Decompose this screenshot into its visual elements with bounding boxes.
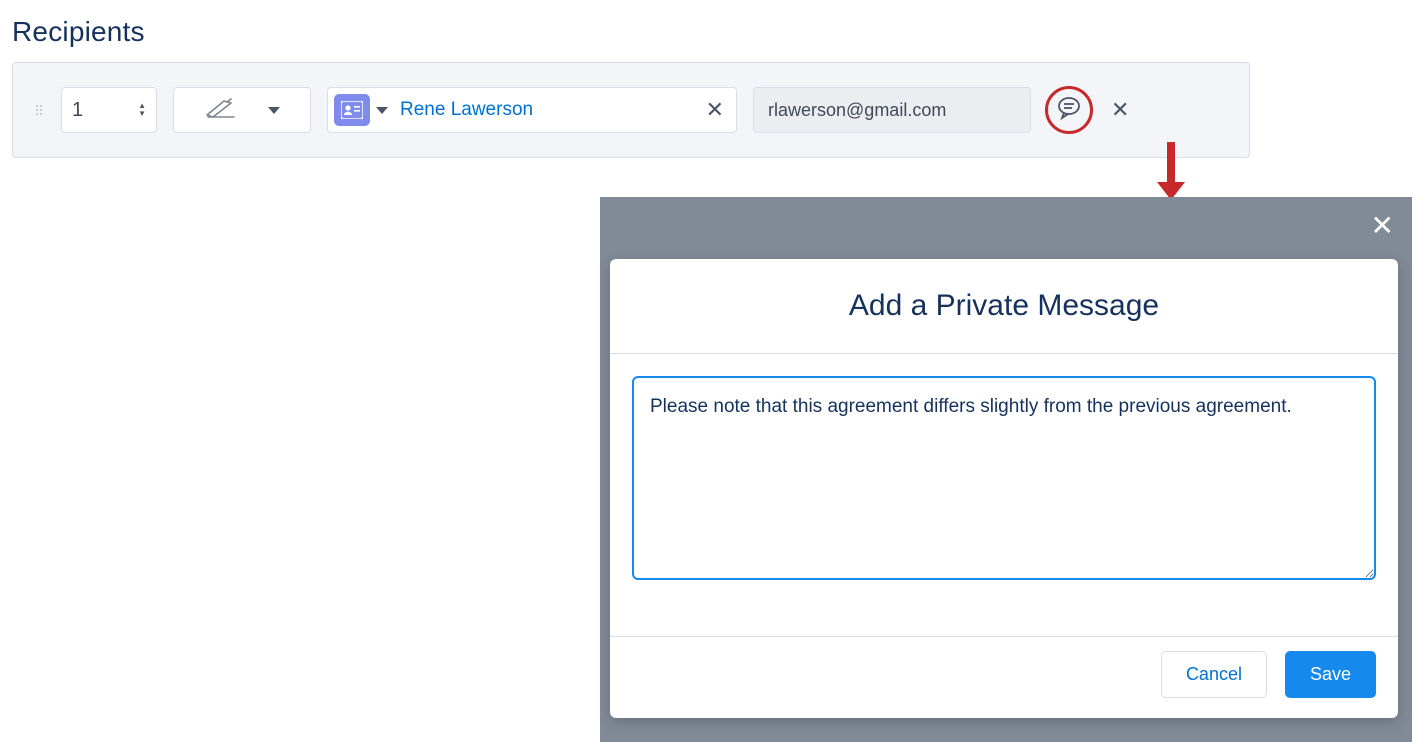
remove-recipient-icon[interactable]: ✕ — [1107, 93, 1133, 127]
stepper-arrows-icon[interactable]: ▲▼ — [138, 102, 146, 118]
drag-handle-icon[interactable] — [29, 105, 45, 115]
dialog-header: Add a Private Message — [610, 259, 1398, 354]
dialog-footer: Cancel Save — [610, 636, 1398, 718]
clear-name-icon[interactable]: ✕ — [702, 93, 728, 127]
chevron-down-icon — [268, 107, 280, 114]
signing-order-value: 1 — [72, 99, 83, 122]
recipient-row: 1 ▲▼ — [12, 62, 1250, 158]
save-button[interactable]: Save — [1285, 651, 1376, 698]
close-icon[interactable]: ✕ — [1371, 209, 1394, 242]
contact-card-icon — [334, 94, 370, 126]
chevron-down-icon — [376, 107, 388, 114]
recipient-role-dropdown[interactable] — [173, 87, 311, 133]
recipient-email-value: rlawerson@gmail.com — [768, 100, 946, 121]
dialog-body — [610, 354, 1398, 636]
dialog-title: Add a Private Message — [849, 289, 1159, 322]
signing-order-stepper[interactable]: 1 ▲▼ — [61, 87, 157, 133]
recipient-name-label: Rene Lawerson — [400, 99, 696, 121]
recipient-email-field: rlawerson@gmail.com — [753, 87, 1031, 133]
private-message-button[interactable] — [1047, 88, 1091, 132]
pen-sign-icon — [204, 97, 238, 124]
private-message-dialog: Add a Private Message Cancel Save — [610, 259, 1398, 718]
private-message-input[interactable] — [632, 376, 1376, 580]
recipient-name-field[interactable]: Rene Lawerson ✕ — [327, 87, 737, 133]
recipients-heading: Recipients — [12, 16, 1410, 48]
modal-backdrop: ✕ Add a Private Message Cancel Save — [600, 197, 1412, 742]
cancel-button[interactable]: Cancel — [1161, 651, 1267, 698]
callout-highlight-ring — [1045, 86, 1093, 134]
